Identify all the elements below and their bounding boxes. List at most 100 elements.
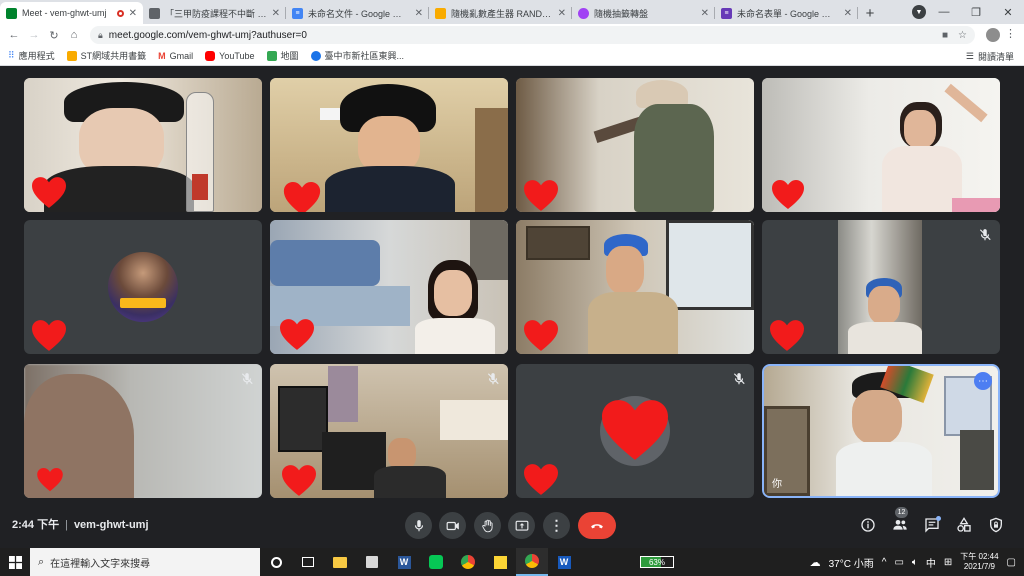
- participant-tile[interactable]: [24, 78, 262, 212]
- present-icon: [515, 520, 528, 531]
- heart-icon: [280, 319, 314, 350]
- network-icon[interactable]: ▭: [894, 557, 903, 568]
- task-view-button[interactable]: [292, 548, 324, 576]
- profile-avatar[interactable]: [986, 28, 1000, 42]
- participant-tile[interactable]: [270, 220, 508, 354]
- microphone-button[interactable]: [405, 512, 432, 539]
- camera-button[interactable]: [439, 512, 466, 539]
- close-tab-icon[interactable]: ✕: [558, 8, 566, 19]
- bookmark-apps[interactable]: ⠿ 應用程式: [8, 49, 55, 62]
- tab-search-icon[interactable]: ▼: [912, 5, 926, 19]
- participant-tile[interactable]: [270, 364, 508, 498]
- minimize-icon[interactable]: —: [928, 6, 960, 18]
- store-button[interactable]: [356, 548, 388, 576]
- folder-icon: [333, 556, 347, 568]
- participant-tile[interactable]: [762, 78, 1000, 212]
- chrome-button[interactable]: [452, 548, 484, 576]
- participant-tile[interactable]: [762, 220, 1000, 354]
- address-bar[interactable]: 🔒︎ meet.google.com/vem-ghwt-umj?authuser…: [90, 26, 975, 44]
- video-frame: [325, 166, 455, 212]
- start-button[interactable]: [0, 548, 30, 576]
- meet-favicon: [6, 7, 17, 19]
- tab-google-docs[interactable]: ≡ 未命名文件 - Google 文件 ✕: [286, 2, 429, 24]
- ime-indicator[interactable]: 中: [926, 555, 936, 570]
- reading-list-button[interactable]: ☰ 閱讀清單: [966, 50, 1014, 63]
- browser-menu-icon[interactable]: ⋮: [1005, 27, 1016, 40]
- participant-tile[interactable]: [516, 364, 754, 498]
- clock[interactable]: 下午 02:44 2021/7/9: [960, 552, 998, 572]
- volume-icon[interactable]: 🔈︎: [912, 557, 918, 568]
- sticky-notes-button[interactable]: [484, 548, 516, 576]
- heart-icon: [524, 464, 558, 495]
- participant-tile[interactable]: [24, 364, 262, 498]
- bookmark-shared[interactable]: ST網域共用書籤: [66, 49, 146, 62]
- new-tab-button[interactable]: +: [858, 2, 882, 24]
- tile-more-options-icon[interactable]: ⋯: [974, 372, 992, 390]
- mic-icon: [414, 519, 423, 531]
- taskbar-search[interactable]: ⌕ 在這裡輸入文字來搜尋: [30, 548, 260, 576]
- close-tab-icon[interactable]: ✕: [701, 8, 709, 19]
- docs-favicon-icon: ≡: [292, 7, 303, 19]
- show-hidden-icons[interactable]: ^: [882, 557, 887, 568]
- reload-icon[interactable]: ↻: [44, 29, 64, 42]
- file-explorer-button[interactable]: [324, 548, 356, 576]
- lock-icon[interactable]: 🔒︎: [98, 30, 103, 41]
- shield-lock-icon: [990, 517, 1002, 533]
- home-icon[interactable]: ⌂: [64, 29, 84, 41]
- leave-call-button[interactable]: [578, 512, 616, 539]
- video-frame: [764, 406, 810, 496]
- participant-tile[interactable]: [270, 78, 508, 212]
- notification-icon[interactable]: ▢: [1007, 557, 1016, 568]
- weather-icon[interactable]: ☁: [810, 556, 821, 569]
- wheel-favicon-icon: [578, 7, 589, 19]
- activities-button[interactable]: [954, 515, 974, 535]
- tab-google-forms[interactable]: ≡ 未命名表單 - Google 表單 ✕: [715, 2, 858, 24]
- more-vert-icon: ⋮: [549, 517, 564, 533]
- recording-indicator-icon: [116, 9, 124, 17]
- word-button[interactable]: W: [388, 548, 420, 576]
- participant-tile[interactable]: [516, 78, 754, 212]
- back-icon[interactable]: ←: [4, 29, 24, 41]
- bookmark-youtube[interactable]: YouTube: [205, 50, 255, 61]
- forward-icon[interactable]: →: [24, 29, 44, 41]
- close-tab-icon[interactable]: ✕: [844, 8, 852, 19]
- weather-text[interactable]: 37°C 小雨: [829, 555, 874, 570]
- host-controls-button[interactable]: [986, 515, 1006, 535]
- video-frame: [440, 400, 508, 440]
- video-frame: [588, 292, 678, 354]
- tab-spin-wheel[interactable]: 隨機抽籤轉盤 ✕: [572, 2, 715, 24]
- video-frame: [415, 318, 495, 354]
- present-screen-button[interactable]: [508, 512, 535, 539]
- tab-course[interactable]: 「三甲防疫課程不中斷 9」 ✕: [143, 2, 286, 24]
- self-view-tile[interactable]: ⋯ 你: [762, 364, 1000, 498]
- bookmark-star-icon[interactable]: ☆: [958, 30, 967, 41]
- raise-hand-button[interactable]: [474, 512, 501, 539]
- chat-button[interactable]: [922, 515, 942, 535]
- keyboard-layout-icon[interactable]: ⊞: [944, 557, 952, 568]
- close-tab-icon[interactable]: ✕: [415, 8, 423, 19]
- word-document-button[interactable]: W: [548, 548, 580, 576]
- bookmark-gmail[interactable]: M Gmail: [158, 51, 193, 61]
- participant-tile[interactable]: [516, 220, 754, 354]
- line-button[interactable]: [420, 548, 452, 576]
- tab-random-generator[interactable]: 隨機亂數產生器 RANDOM ✕: [429, 2, 572, 24]
- camera-in-use-icon[interactable]: ■: [942, 30, 948, 41]
- chat-unread-dot: [936, 516, 941, 521]
- chrome-active-button[interactable]: [516, 548, 548, 576]
- close-tab-icon[interactable]: ✕: [272, 8, 280, 19]
- close-tab-icon[interactable]: ✕: [129, 8, 137, 19]
- more-options-button[interactable]: ⋮: [543, 512, 570, 539]
- meeting-details-button[interactable]: [858, 515, 878, 535]
- bookmark-maps[interactable]: 地圖: [266, 49, 299, 62]
- tab-meet[interactable]: Meet - vem-ghwt-umj ✕: [0, 2, 143, 24]
- tab-title: 「三甲防疫課程不中斷 9」: [165, 8, 267, 19]
- close-window-icon[interactable]: ✕: [992, 6, 1024, 19]
- participant-tile[interactable]: [24, 220, 262, 354]
- sticky-note-icon: [493, 555, 507, 569]
- folder-icon: [66, 50, 77, 61]
- bookmark-taichung[interactable]: 臺中市新社區東興...: [310, 49, 404, 62]
- participants-button[interactable]: 12: [890, 507, 910, 535]
- video-frame: [868, 286, 900, 324]
- restore-icon[interactable]: ❐: [960, 6, 992, 19]
- cortana-button[interactable]: [260, 548, 292, 576]
